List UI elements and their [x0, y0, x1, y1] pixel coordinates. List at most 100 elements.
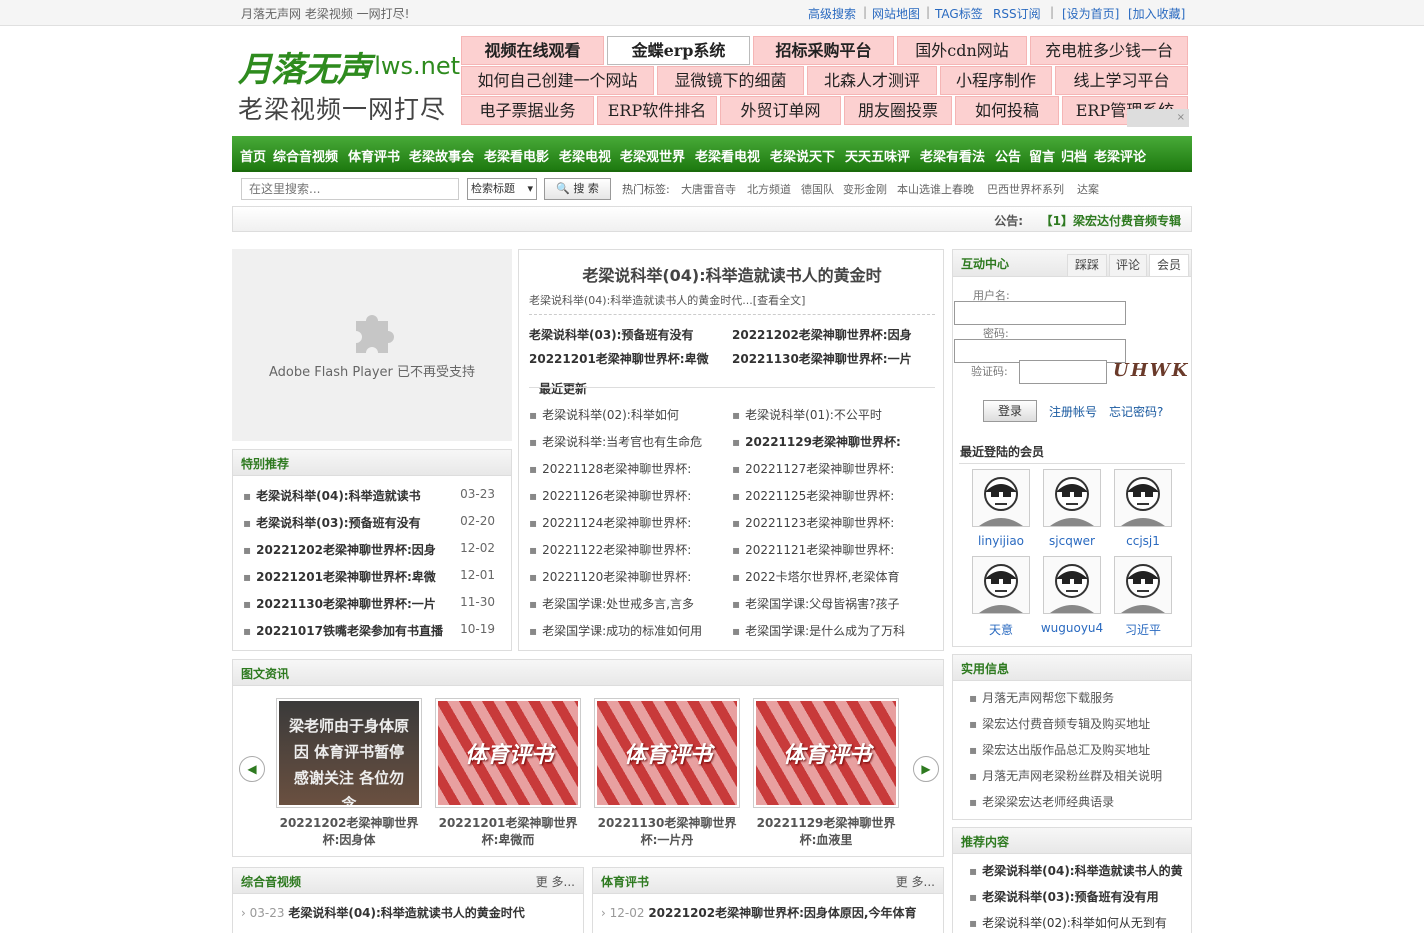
latest-item[interactable]: ▪ 20221121老梁神聊世界杯:: [732, 541, 894, 558]
recommend-item[interactable]: ▪ 老梁说科举(02):科举如何从无到有: [969, 914, 1167, 931]
list-item[interactable]: ▪ 20221202老梁神聊世界杯:因身: [243, 541, 436, 558]
list-item[interactable]: ▪ 老梁说科举(03):预备班有没有: [243, 514, 421, 531]
latest-item[interactable]: ▪ 20221122老梁神聊世界杯:: [529, 541, 691, 558]
nav-item[interactable]: 老梁电视: [559, 146, 611, 165]
member-name[interactable]: wuguoyu4: [1037, 621, 1107, 635]
set-homepage-link[interactable]: [设为首页]: [1062, 5, 1119, 22]
list-item[interactable]: ▪ 老梁说科举(04):科举造就读书: [243, 487, 421, 504]
tab-cai[interactable]: 踩踩: [1067, 254, 1107, 276]
latest-item[interactable]: ▪ 20221120老梁神聊世界杯:: [529, 568, 691, 585]
hot-tag[interactable]: 德国队: [801, 181, 834, 197]
member-name[interactable]: linyijiao: [966, 534, 1036, 548]
search-type-select[interactable]: 检索标题 ▾: [467, 178, 537, 200]
ad-link[interactable]: 北森人才测评: [807, 66, 937, 95]
nav-item[interactable]: 老梁故事会: [409, 146, 474, 165]
sitemap-link[interactable]: 网站地图: [872, 5, 920, 22]
search-input[interactable]: [241, 178, 459, 200]
nav-item[interactable]: 老梁观世界: [620, 146, 685, 165]
latest-item[interactable]: ▪ 20221129老梁神聊世界杯:: [732, 433, 901, 450]
nav-item[interactable]: 归档: [1061, 146, 1087, 165]
list-item[interactable]: ▪ 20221130老梁神聊世界杯:一片: [243, 595, 436, 612]
latest-item[interactable]: ▪ 老梁说科举(01):不公平时: [732, 406, 882, 423]
avatar[interactable]: [1114, 556, 1172, 614]
ad-link[interactable]: 招标采购平台: [753, 36, 894, 65]
headline-link[interactable]: 20221201老梁神聊世界杯:卑微: [529, 350, 709, 367]
login-button[interactable]: 登录: [983, 400, 1037, 422]
advanced-search-link[interactable]: 高级搜索: [808, 5, 856, 22]
pic-caption[interactable]: 20221130老梁神聊世界杯:一片丹: [592, 815, 742, 849]
info-item[interactable]: ▪ 梁宏达付费音频专辑及购买地址: [969, 715, 1150, 732]
rss-link[interactable]: RSS订阅: [993, 5, 1041, 22]
latest-item[interactable]: ▪ 老梁国学课:处世戒多言,言多: [529, 595, 694, 612]
latest-item[interactable]: ▪ 20221124老梁神聊世界杯:: [529, 514, 691, 531]
more-link[interactable]: 更 多...: [896, 873, 935, 890]
nav-item[interactable]: 老梁看电视: [695, 146, 760, 165]
member-name[interactable]: 天意: [966, 621, 1036, 638]
latest-item[interactable]: ▪ 20221123老梁神聊世界杯:: [732, 514, 894, 531]
avatar[interactable]: [1043, 556, 1101, 614]
latest-item[interactable]: ▪ 老梁国学课:父母皆祸害?孩子: [732, 595, 900, 612]
pic-thumbnail[interactable]: 体育评书: [435, 698, 581, 808]
carousel-next-button[interactable]: ▶: [913, 756, 939, 782]
hot-tag[interactable]: 本山选谁上春晚: [897, 181, 974, 197]
ad-link[interactable]: 朋友圈投票: [844, 96, 952, 125]
notice-link[interactable]: 【1】梁宏达付费音频专辑: [1041, 212, 1181, 229]
tag-link[interactable]: TAG标签: [935, 5, 983, 22]
close-icon[interactable]: ×: [1177, 109, 1185, 127]
site-logo[interactable]: 月落无声 ylws.net 老梁视频一网打尽: [236, 38, 460, 128]
ad-link[interactable]: 如何投稿: [955, 96, 1059, 125]
headline-summary[interactable]: 老梁说科举(04):科举造就读书人的黄金时代...[查看全文]: [529, 292, 805, 308]
nav-item[interactable]: 公告: [995, 146, 1021, 165]
latest-item[interactable]: ▪ 20221128老梁神聊世界杯:: [529, 460, 691, 477]
nav-item[interactable]: 留言: [1029, 146, 1055, 165]
latest-item[interactable]: ▪ 20221127老梁神聊世界杯:: [732, 460, 894, 477]
latest-item[interactable]: ▪ 20221126老梁神聊世界杯:: [529, 487, 691, 504]
info-item[interactable]: ▪ 老梁梁宏达老师经典语录: [969, 793, 1114, 810]
nav-item[interactable]: 综合音视频: [273, 146, 338, 165]
ad-link[interactable]: 国外cdn网站: [897, 36, 1027, 65]
hot-tag[interactable]: 北方频道: [747, 181, 791, 197]
ad-link[interactable]: ERP软件排名: [597, 96, 717, 125]
list-item[interactable]: › 03-23 老梁说科举(04):科举造就读书人的黄金时代: [241, 904, 525, 921]
latest-item[interactable]: ▪ 老梁说科举:当考官也有生命危: [529, 433, 702, 450]
nav-item[interactable]: 天天五味评: [845, 146, 910, 165]
username-field[interactable]: [954, 301, 1126, 325]
latest-item[interactable]: ▪ 老梁国学课:成功的标准如何用: [529, 622, 702, 639]
hot-tag[interactable]: 大唐雷音寺: [681, 181, 736, 197]
avatar[interactable]: [972, 556, 1030, 614]
pic-caption[interactable]: 20221202老梁神聊世界杯:因身体: [274, 815, 424, 849]
hot-tag[interactable]: 巴西世界杯系列: [987, 181, 1064, 197]
latest-item[interactable]: ▪ 2022卡塔尔世界杯,老梁体育: [732, 568, 900, 585]
pic-thumbnail[interactable]: 梁老师由于身体原因 体育评书暂停 感谢关注 各位勿念: [276, 698, 422, 808]
headline-link[interactable]: 老梁说科举(03):预备班有没有: [529, 326, 693, 343]
ad-close-bar[interactable]: ×: [1127, 109, 1189, 127]
ad-link[interactable]: 充电桩多少钱一台: [1030, 36, 1188, 65]
list-item[interactable]: ▪ 20221017铁嘴老梁参加有书直播: [243, 622, 443, 639]
pic-caption[interactable]: 20221129老梁神聊世界杯:血液里: [751, 815, 901, 849]
nav-home[interactable]: 首页: [240, 146, 266, 165]
add-favorite-link[interactable]: [加入收藏]: [1128, 5, 1185, 22]
captcha-field[interactable]: [1019, 360, 1107, 384]
latest-item[interactable]: ▪ 20221125老梁神聊世界杯:: [732, 487, 894, 504]
avatar[interactable]: [1114, 469, 1172, 527]
ad-link[interactable]: 小程序制作: [940, 66, 1052, 95]
tab-comment[interactable]: 评论: [1109, 254, 1147, 276]
nav-item[interactable]: 老梁有看法: [920, 146, 985, 165]
member-name[interactable]: 习近平: [1108, 621, 1178, 638]
avatar[interactable]: [972, 469, 1030, 527]
carousel-prev-button[interactable]: ◀: [239, 756, 265, 782]
nav-item[interactable]: 老梁看电影: [484, 146, 549, 165]
more-link[interactable]: 更 多...: [536, 873, 575, 890]
captcha-image[interactable]: UHWK: [1113, 360, 1190, 381]
ad-link[interactable]: 线上学习平台: [1055, 66, 1188, 95]
search-button[interactable]: 🔍 搜 索: [544, 178, 611, 200]
tab-member[interactable]: 会员: [1149, 254, 1189, 276]
recommend-item[interactable]: ▪ 老梁说科举(03):预备班有没有用: [969, 888, 1159, 905]
member-name[interactable]: sjcqwer: [1037, 534, 1107, 548]
pic-thumbnail[interactable]: 体育评书: [594, 698, 740, 808]
nav-item[interactable]: 体育评书: [348, 146, 400, 165]
ad-link[interactable]: 电子票据业务: [461, 96, 594, 125]
headline-title[interactable]: 老梁说科举(04):科举造就读书人的黄金时: [519, 262, 945, 286]
nav-item[interactable]: 老梁评论: [1094, 146, 1146, 165]
ad-link[interactable]: 外贸订单网: [720, 96, 841, 125]
